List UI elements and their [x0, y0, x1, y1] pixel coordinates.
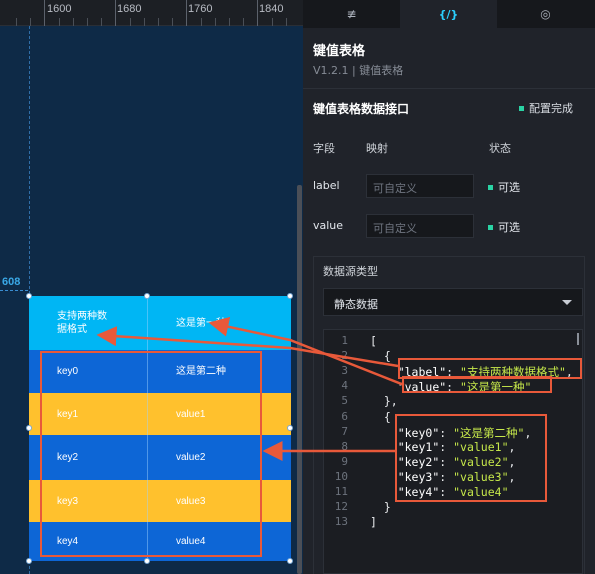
- annotation-box-value-line: [402, 376, 552, 393]
- panel-tabs: ≢ {/} ◎: [303, 0, 595, 28]
- line-number: 11: [334, 485, 348, 498]
- code-line: [: [370, 334, 377, 348]
- tab-data[interactable]: {/}: [400, 0, 497, 28]
- code-line: ]: [370, 515, 377, 530]
- line-number: 5: [341, 394, 348, 408]
- code-line: },: [370, 394, 398, 409]
- sliders-icon: ≢: [346, 7, 357, 21]
- status-dot-icon: [488, 184, 493, 190]
- datasource-type-value: 静态数据: [334, 298, 378, 311]
- mapping-row-label: label 可自定义 可选: [313, 174, 573, 198]
- header-cell-label: 支持两种数 据格式: [57, 311, 107, 335]
- field-status: 可选: [488, 219, 520, 235]
- line-number: 2: [341, 349, 348, 363]
- datasource-type-label: 数据源类型: [323, 265, 378, 278]
- resize-handle[interactable]: [287, 425, 293, 431]
- mapping-input[interactable]: 可自定义: [366, 214, 474, 238]
- design-canvas[interactable]: 1600 1680 1760 1840 608 支持两种数 据格式 这是第一种 …: [0, 0, 303, 574]
- line-number: 9: [341, 454, 348, 468]
- interface-status: 配置完成: [519, 100, 573, 116]
- code-line: {: [370, 409, 391, 424]
- field-name: label: [313, 179, 340, 192]
- mapping-input[interactable]: 可自定义: [366, 174, 474, 198]
- ruler-label: 1760: [188, 3, 213, 15]
- resize-handle[interactable]: [144, 558, 150, 564]
- field-status-text: 可选: [498, 181, 520, 194]
- component-title: 键值表格: [313, 44, 366, 59]
- tab-style[interactable]: ≢: [303, 0, 400, 28]
- line-number: 3: [341, 364, 348, 378]
- annotation-box-keys-block: [395, 414, 547, 502]
- line-number: 13: [334, 515, 348, 529]
- interaction-icon: ◎: [540, 7, 551, 21]
- code-line: {: [370, 349, 391, 364]
- line-number: 7: [341, 424, 348, 438]
- annotation-box-table-rows: [40, 351, 262, 557]
- table-header-row: 支持两种数 据格式 这是第一种: [29, 296, 291, 350]
- status-dot-icon: [488, 224, 493, 230]
- header-cell-value: 这是第一种: [176, 317, 226, 329]
- header-mapping: 映射: [366, 142, 388, 155]
- resize-handle[interactable]: [287, 558, 293, 564]
- editor-scrollbar[interactable]: [577, 333, 579, 345]
- line-number: 10: [334, 469, 348, 483]
- resize-handle[interactable]: [287, 293, 293, 299]
- field-status: 可选: [488, 179, 520, 195]
- line-number: 1: [341, 334, 348, 347]
- horizontal-guide-line: [0, 290, 28, 291]
- line-number: 12: [334, 500, 348, 514]
- chevron-down-icon: [562, 300, 572, 305]
- header-status: 状态: [489, 142, 511, 155]
- status-dot-icon: [519, 105, 524, 111]
- ruler-label: 1840: [259, 3, 284, 15]
- tab-interaction[interactable]: ◎: [497, 0, 594, 28]
- horizontal-ruler[interactable]: 1600 1680 1760 1840: [0, 0, 303, 26]
- component-version: V1.2.1 | 键值表格: [313, 64, 404, 77]
- divider: [303, 88, 595, 89]
- ruler-label: 1680: [117, 3, 142, 15]
- header-field: 字段: [313, 142, 335, 155]
- app-root: 1600 1680 1760 1840 608 支持两种数 据格式 这是第一种 …: [0, 0, 595, 574]
- interface-status-text: 配置完成: [529, 102, 573, 115]
- mapping-row-value: value 可自定义 可选: [313, 214, 573, 238]
- code-icon: {/}: [438, 7, 459, 21]
- line-number: 6: [341, 409, 348, 423]
- field-name: value: [313, 219, 344, 232]
- canvas-scrollbar[interactable]: [297, 185, 302, 574]
- code-line: }: [370, 500, 391, 515]
- resize-handle[interactable]: [144, 293, 150, 299]
- data-interface-title: 键值表格数据接口: [313, 102, 410, 116]
- resize-handle[interactable]: [26, 293, 32, 299]
- field-status-text: 可选: [498, 221, 520, 234]
- resize-handle[interactable]: [26, 558, 32, 564]
- datasource-type-select[interactable]: 静态数据: [323, 288, 583, 316]
- ruler-label: 1600: [47, 3, 72, 15]
- line-number: 4: [341, 379, 348, 393]
- resize-handle[interactable]: [26, 425, 32, 431]
- guide-coordinate-label: 608: [2, 276, 21, 288]
- line-number: 8: [341, 439, 348, 453]
